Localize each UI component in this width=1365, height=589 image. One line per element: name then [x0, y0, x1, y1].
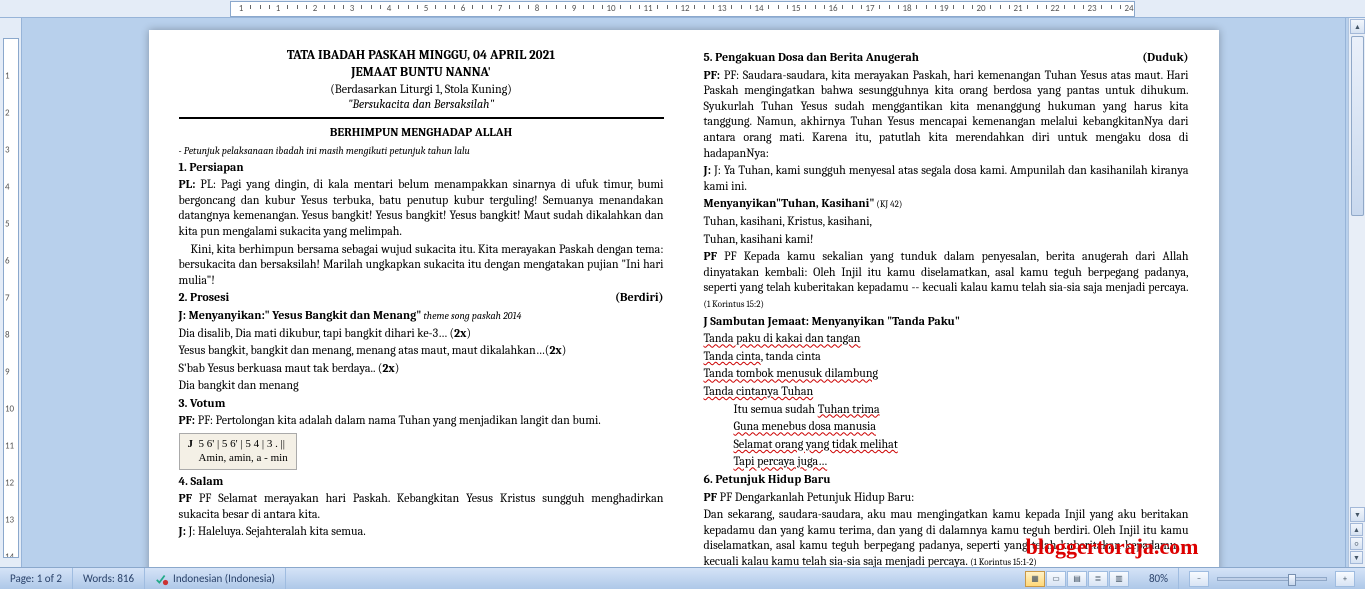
proofing-icon — [155, 572, 169, 586]
lyric: Selamat orang yang tidak melihat — [734, 437, 1189, 453]
horizontal-ruler: 1123456789101112131415161718192021222324… — [0, 0, 1365, 18]
zoom-level[interactable]: 80% — [1139, 568, 1179, 589]
vertical-scrollbar[interactable]: ▲ ▼ ▲ ○ ▼ — [1348, 18, 1365, 567]
lyric: Tanda tombok menusuk dilambung — [704, 366, 1189, 382]
lyric: Tanda cintanya Tuhan — [704, 384, 1189, 400]
next-page-button[interactable]: ▼ — [1350, 551, 1363, 564]
lyric: Yesus bangkit, bangkit dan menang, menan… — [179, 343, 664, 359]
document-canvas[interactable]: TATA IBADAH PASKAH MINGGU, 04 APRIL 2021… — [22, 18, 1345, 567]
j-text: J: J: Ya Tuhan, kami sungguh menyesal at… — [704, 163, 1189, 194]
prev-page-button[interactable]: ▲ — [1350, 523, 1363, 536]
item-3: 3. Votum — [179, 396, 664, 412]
zoom-thumb[interactable] — [1288, 574, 1296, 586]
song-line: J: Menyanyikan:" Yesus Bangkit dan Menan… — [179, 308, 664, 324]
item-4: 4. Salam — [179, 474, 664, 490]
item-5: 5. Pengakuan Dosa dan Berita Anugerah(Du… — [704, 50, 1189, 66]
pl-text: PL: PL: Pagi yang dingin, di kala mentar… — [179, 177, 664, 239]
draft-view-button[interactable]: ▥ — [1109, 571, 1129, 587]
print-layout-view-button[interactable]: ▦ — [1025, 571, 1045, 587]
section-heading: BERHIMPUN MENGHADAP ALLAH — [179, 125, 664, 141]
song-title: Menyanyikan"Tuhan, Kasihani" (KJ 42) — [704, 196, 1189, 212]
pf-text: PF PF Selamat merayakan hari Paskah. Keb… — [179, 491, 664, 522]
lyric: Itu semua sudah Tuhan trima — [734, 402, 1189, 418]
pf-text: PF: PF: Pertolongan kita adalah dalam na… — [179, 413, 664, 429]
instruction-note: - Petunjuk pelaksanaan ibadah ini masih … — [179, 145, 664, 158]
doc-title: TATA IBADAH PASKAH MINGGU, 04 APRIL 2021 — [179, 48, 664, 65]
lyric: Tanda paku di kakai dan tangan — [704, 331, 1189, 347]
full-screen-view-button[interactable]: ▭ — [1046, 571, 1066, 587]
language-indicator[interactable]: Indonesian (Indonesia) — [145, 568, 286, 589]
web-layout-view-button[interactable]: ▤ — [1067, 571, 1087, 587]
status-bar: Page: 1 of 2 Words: 816 Indonesian (Indo… — [0, 567, 1365, 589]
watermark: bloggertoraja.com — [1026, 534, 1199, 560]
lyric: Tuhan, kasihani kami! — [704, 232, 1189, 248]
lyric: Tuhan, kasihani, Kristus, kasihani, — [704, 214, 1189, 230]
scroll-down-button[interactable]: ▼ — [1350, 507, 1365, 522]
body-text: PL: Pagi yang dingin, di kala mentari be… — [179, 177, 664, 238]
vertical-ruler: 1234567891011121314 — [0, 18, 22, 567]
zoom-in-button[interactable]: + — [1335, 571, 1355, 587]
language-label: Indonesian (Indonesia) — [173, 572, 275, 585]
page-indicator[interactable]: Page: 1 of 2 — [0, 568, 73, 589]
lyric: Tanda cinta, tanda cinta — [704, 349, 1189, 365]
item-2: 2. Prosesi(Berdiri) — [179, 290, 664, 306]
item-1: 1. Persiapan — [179, 160, 664, 176]
doc-basis: (Berdasarkan Liturgi 1, Stola Kuning) — [179, 82, 664, 98]
item-6: 6. Petunjuk Hidup Baru — [704, 472, 1189, 488]
doc-subtitle: JEMAAT BUNTU NANNA' — [179, 65, 664, 82]
zoom-out-button[interactable]: − — [1189, 571, 1209, 587]
page[interactable]: TATA IBADAH PASKAH MINGGU, 04 APRIL 2021… — [149, 30, 1219, 567]
pf-text: PF PF Dengarkanlah Petunjuk Hidup Baru: — [704, 490, 1189, 506]
outline-view-button[interactable]: ≣ — [1088, 571, 1108, 587]
zoom-slider[interactable] — [1217, 577, 1327, 581]
lyric: Tapi percaya juga… — [734, 454, 1189, 470]
scroll-thumb[interactable] — [1351, 36, 1364, 216]
scroll-up-button[interactable]: ▲ — [1350, 19, 1365, 34]
pf-text: PF: PF: Saudara-saudara, kita merayakan … — [704, 68, 1189, 162]
song-response: J Sambutan Jemaat: Menyanyikan "Tanda Pa… — [704, 314, 1189, 330]
lyric: Dia bangkit dan menang — [179, 378, 664, 394]
pf-text: PF PF Kepada kamu sekalian yang tunduk d… — [704, 249, 1189, 311]
word-count[interactable]: Words: 816 — [73, 568, 145, 589]
j-text: J: J: Haleluya. Sejahteralah kita semua. — [179, 524, 664, 540]
doc-motto: "Bersukacita dan Bersaksilah" — [179, 97, 664, 113]
browse-object-button[interactable]: ○ — [1350, 537, 1363, 550]
lyric: S'bab Yesus berkuasa maut tak berdaya.. … — [179, 361, 664, 377]
body-text: Kini, kita berhimpun bersama sebagai wuj… — [179, 242, 664, 289]
lyric: Dia disalib, Dia mati dikubur, tapi bang… — [179, 326, 664, 342]
lyric: Guna menebus dosa manusia — [734, 419, 1189, 435]
music-notation: J 5 6' | 5 6' | 5 4 | 3 . || Amin, amin,… — [179, 433, 297, 470]
